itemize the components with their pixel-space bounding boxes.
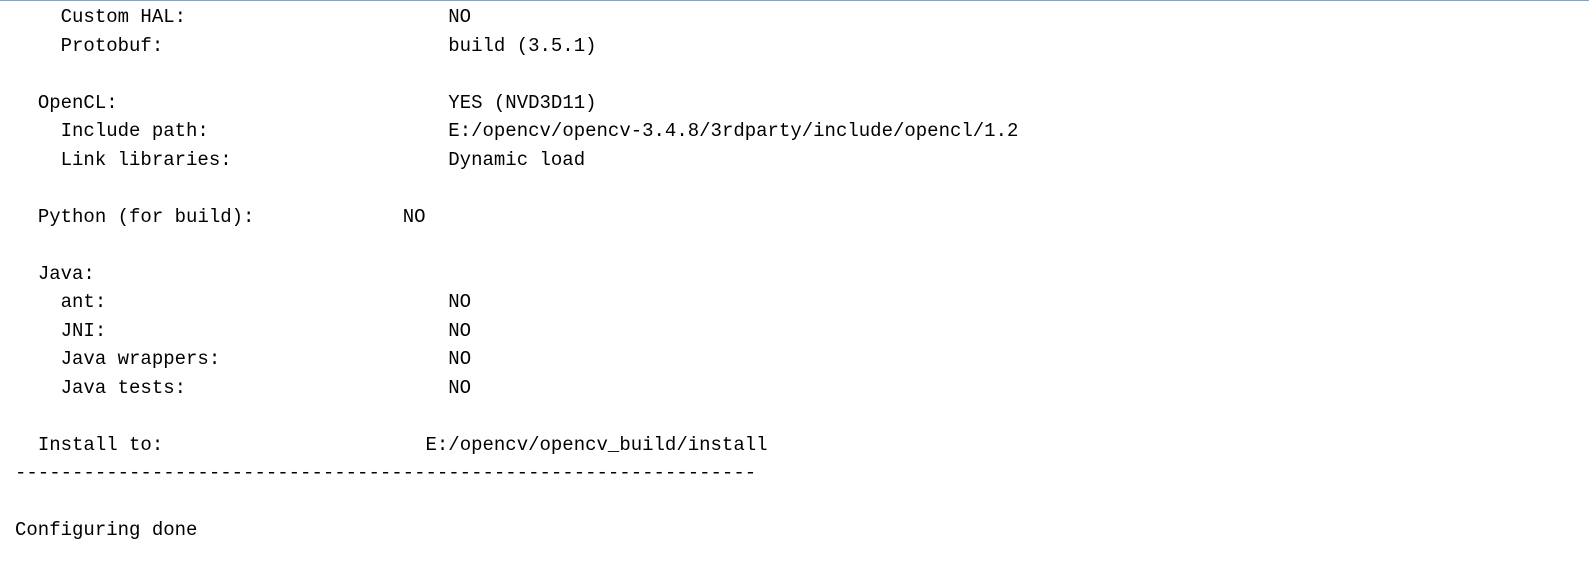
cmake-configure-output: Custom HAL: NO Protobuf: build (3.5.1) O… bbox=[0, 3, 1589, 545]
config-value: NO bbox=[403, 203, 426, 232]
config-value: NO bbox=[448, 345, 471, 374]
pad bbox=[118, 89, 449, 118]
config-value: E:/opencv/opencv-3.4.8/3rdparty/include/… bbox=[448, 117, 1018, 146]
config-line bbox=[15, 174, 1589, 203]
pad bbox=[209, 117, 448, 146]
config-line: Link libraries: Dynamic load bbox=[15, 146, 1589, 175]
config-value: Dynamic load bbox=[448, 146, 585, 175]
config-line: Java wrappers: NO bbox=[15, 345, 1589, 374]
pad bbox=[220, 345, 448, 374]
indent bbox=[15, 32, 61, 61]
config-value: NO bbox=[448, 374, 471, 403]
indent bbox=[15, 203, 38, 232]
pad bbox=[186, 3, 448, 32]
indent bbox=[15, 89, 38, 118]
config-line: Install to: E:/opencv/opencv_build/insta… bbox=[15, 431, 1589, 460]
config-line bbox=[15, 60, 1589, 89]
config-label: OpenCL: bbox=[38, 89, 118, 118]
config-line: Java tests: NO bbox=[15, 374, 1589, 403]
pad bbox=[186, 374, 448, 403]
config-value: build (3.5.1) bbox=[448, 32, 596, 61]
config-line: Protobuf: build (3.5.1) bbox=[15, 32, 1589, 61]
config-label: Include path: bbox=[61, 117, 209, 146]
pad bbox=[163, 32, 448, 61]
config-line: Java: bbox=[15, 260, 1589, 289]
separator-line: ----------------------------------------… bbox=[15, 459, 1589, 488]
config-line: Python (for build): NO bbox=[15, 203, 1589, 232]
config-value: NO bbox=[448, 288, 471, 317]
config-line: OpenCL: YES (NVD3D11) bbox=[15, 89, 1589, 118]
config-label: Python (for build): bbox=[38, 203, 255, 232]
config-line bbox=[15, 231, 1589, 260]
config-value: E:/opencv/opencv_build/install bbox=[425, 431, 767, 460]
config-label: Install to: bbox=[38, 431, 163, 460]
pad bbox=[232, 146, 449, 175]
config-label: ant: bbox=[61, 288, 107, 317]
indent bbox=[15, 288, 61, 317]
indent bbox=[15, 345, 61, 374]
indent bbox=[15, 117, 61, 146]
config-label: Custom HAL: bbox=[61, 3, 186, 32]
indent bbox=[15, 374, 61, 403]
indent bbox=[15, 317, 61, 346]
config-value: NO bbox=[448, 3, 471, 32]
blank-line bbox=[15, 488, 1589, 517]
config-label: Java tests: bbox=[61, 374, 186, 403]
config-line: Include path: E:/opencv/opencv-3.4.8/3rd… bbox=[15, 117, 1589, 146]
indent bbox=[15, 431, 38, 460]
config-line: JNI: NO bbox=[15, 317, 1589, 346]
indent bbox=[15, 146, 61, 175]
config-line: Custom HAL: NO bbox=[15, 3, 1589, 32]
config-label: JNI: bbox=[61, 317, 107, 346]
config-value: NO bbox=[448, 317, 471, 346]
pad bbox=[106, 288, 448, 317]
config-label: Java: bbox=[38, 260, 95, 289]
configuring-done: Configuring done bbox=[15, 516, 1589, 545]
config-label: Java wrappers: bbox=[61, 345, 221, 374]
indent bbox=[15, 260, 38, 289]
config-line bbox=[15, 402, 1589, 431]
config-value: YES (NVD3D11) bbox=[448, 89, 596, 118]
config-label: Protobuf: bbox=[61, 32, 164, 61]
config-line: ant: NO bbox=[15, 288, 1589, 317]
pad bbox=[163, 431, 425, 460]
pad bbox=[254, 203, 402, 232]
pad bbox=[106, 317, 448, 346]
indent bbox=[15, 3, 61, 32]
config-label: Link libraries: bbox=[61, 146, 232, 175]
